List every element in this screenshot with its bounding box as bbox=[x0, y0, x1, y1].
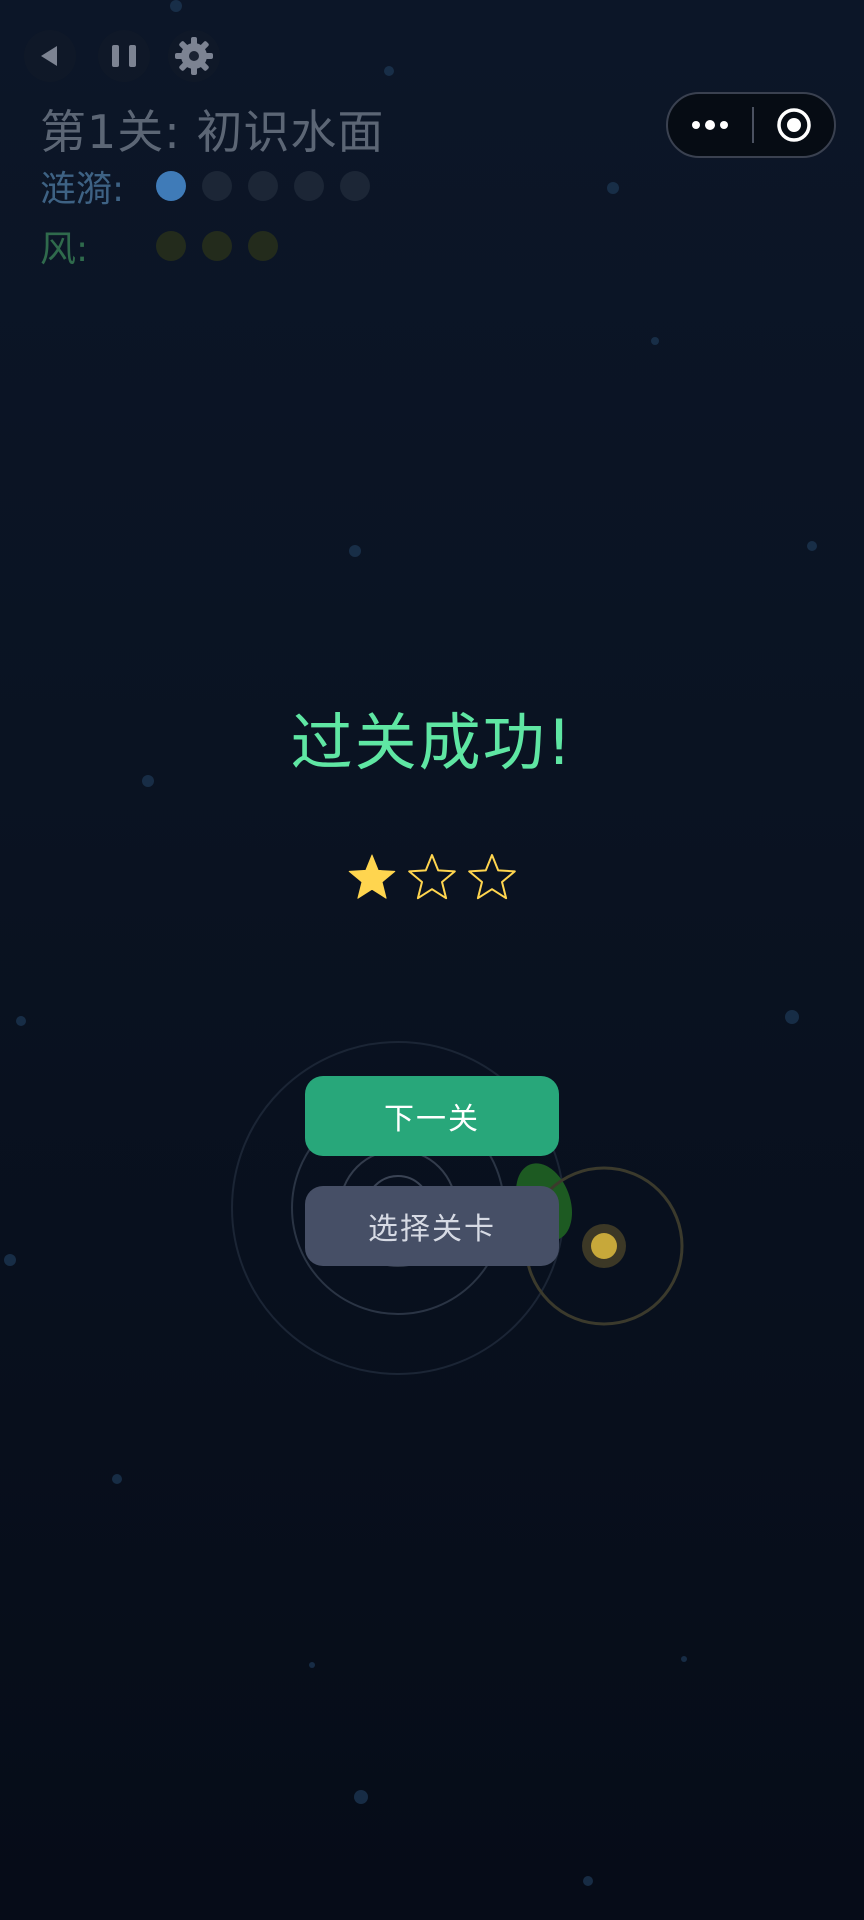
pond-scene bbox=[231, 1041, 684, 1375]
star-rating bbox=[0, 852, 864, 904]
ripple-dots bbox=[156, 171, 386, 201]
ripple-label: 涟漪: bbox=[40, 169, 125, 210]
level-title: 第1关: 初识水面 bbox=[40, 105, 385, 159]
more-button[interactable] bbox=[668, 94, 752, 156]
star-filled-icon bbox=[348, 854, 396, 899]
settings-button[interactable] bbox=[168, 30, 220, 82]
select-level-button[interactable]: 选择关卡 bbox=[305, 1186, 559, 1266]
ripple-dot bbox=[340, 171, 370, 201]
miniprogram-capsule bbox=[666, 92, 836, 158]
close-miniprogram-button[interactable] bbox=[754, 94, 834, 156]
wind-dot bbox=[202, 231, 232, 261]
ripple-dot bbox=[248, 171, 278, 201]
next-level-button[interactable]: 下一关 bbox=[305, 1076, 559, 1156]
ripple-counter: 涟漪: bbox=[40, 160, 386, 212]
pause-icon bbox=[112, 45, 136, 67]
wind-dot bbox=[248, 231, 278, 261]
wind-counter: 风: bbox=[40, 220, 294, 272]
goal-dot bbox=[591, 1233, 617, 1259]
pause-button[interactable] bbox=[98, 30, 150, 82]
ripple-dot bbox=[156, 171, 186, 201]
wind-dot bbox=[156, 231, 186, 261]
more-icon bbox=[692, 120, 728, 130]
wind-dots bbox=[156, 231, 294, 261]
star-empty-icon bbox=[408, 854, 456, 900]
wind-label: 风: bbox=[40, 229, 89, 270]
game-stage: 第1关: 初识水面 涟漪: 风: 过关成功! 下一关 选择关卡 bbox=[0, 0, 864, 1920]
back-icon bbox=[41, 46, 57, 66]
star-empty-icon bbox=[468, 854, 516, 900]
ripple-dot bbox=[202, 171, 232, 201]
gear-icon bbox=[175, 37, 213, 75]
level-complete-title: 过关成功! bbox=[290, 706, 574, 779]
target-icon bbox=[777, 108, 811, 142]
ripple-dot bbox=[294, 171, 324, 201]
back-button[interactable] bbox=[24, 30, 76, 82]
